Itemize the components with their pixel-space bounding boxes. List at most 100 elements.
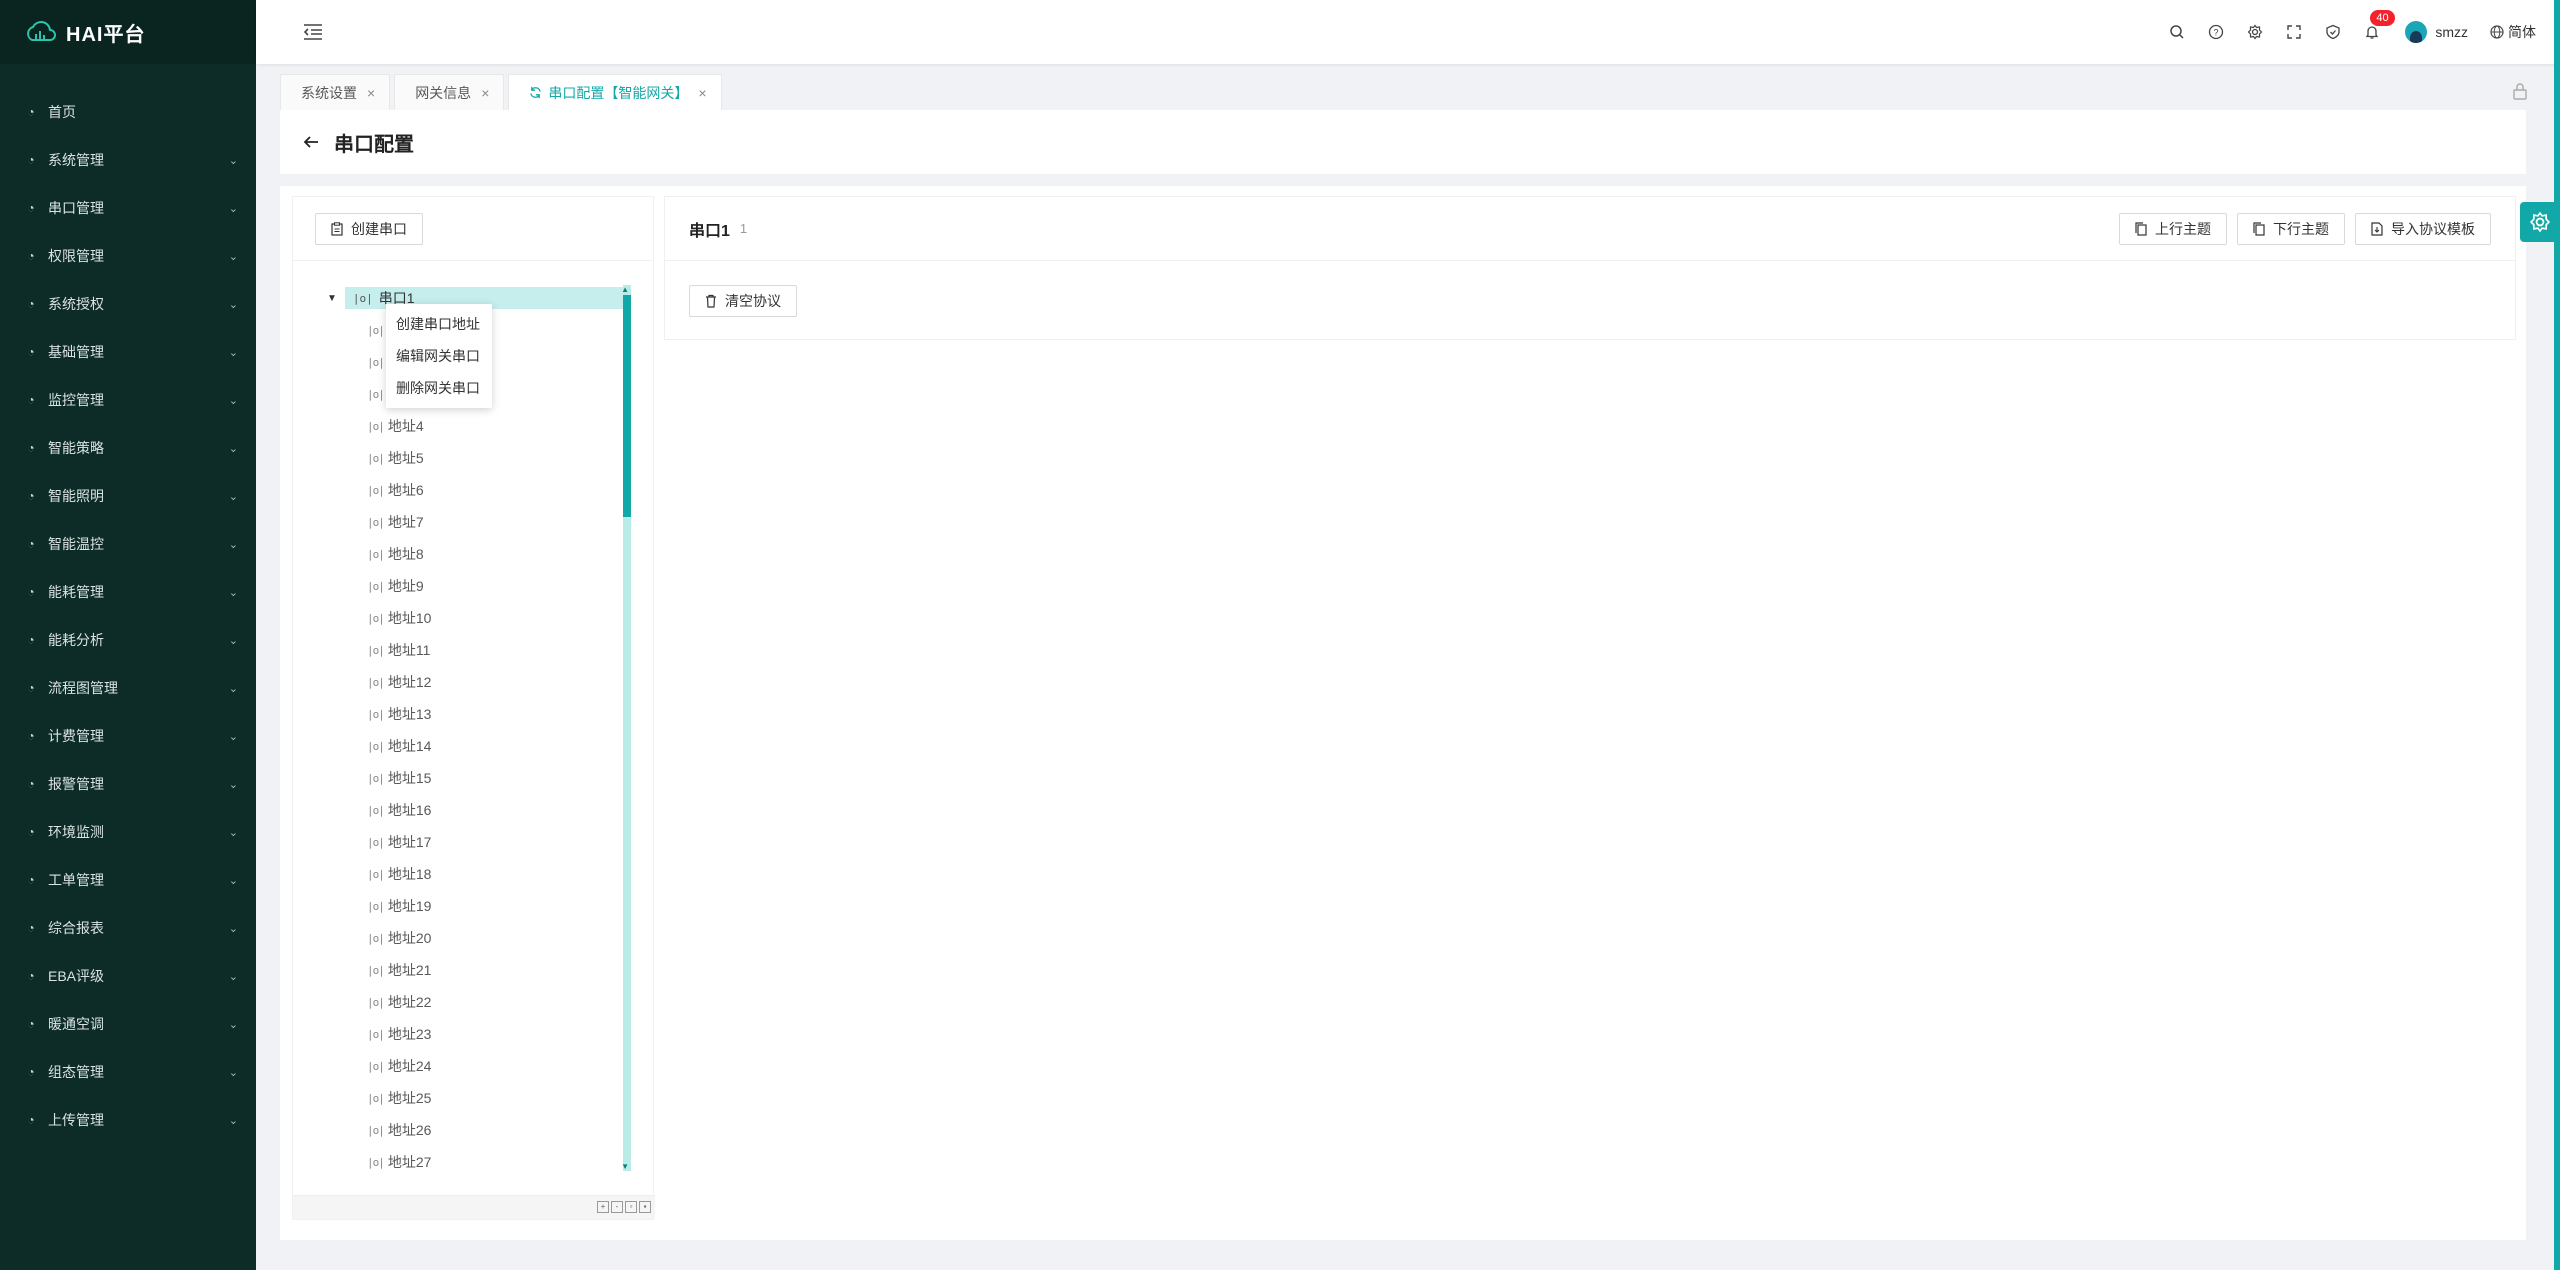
sidebar-item[interactable]: ◔ 智能温控 ⌄: [0, 520, 256, 568]
sidebar-item[interactable]: ◔ 工单管理 ⌄: [0, 856, 256, 904]
tab-gateway-info[interactable]: 网关信息 ×: [394, 74, 505, 110]
sidebar-item[interactable]: ◔ 流程图管理 ⌄: [0, 664, 256, 712]
clear-protocol-button[interactable]: 清空协议: [689, 285, 797, 317]
app-title: HAI平台: [66, 23, 146, 46]
expand-icon[interactable]: +: [597, 1201, 609, 1213]
sidebar-item[interactable]: ◔ 监控管理 ⌄: [0, 376, 256, 424]
close-icon[interactable]: ×: [367, 85, 375, 101]
caret-down-icon[interactable]: ▼: [327, 293, 337, 304]
scroll-down-icon[interactable]: ▼: [621, 1162, 629, 1171]
tree-address-node[interactable]: |o| 地址23: [367, 1023, 431, 1045]
fullscreen-icon[interactable]: [2274, 12, 2313, 52]
tab-serial-config[interactable]: 串口配置【智能网关】 ×: [508, 74, 722, 110]
sidebar-item[interactable]: ◔ 组态管理 ⌄: [0, 1048, 256, 1096]
tree-address-node[interactable]: |o| 地址17: [367, 831, 431, 853]
sidebar-item[interactable]: ◔ 首页: [0, 88, 256, 136]
sidebar-item[interactable]: ◔ 计费管理 ⌄: [0, 712, 256, 760]
downlink-topic-button[interactable]: 下行主题: [2237, 212, 2345, 245]
context-menu-item[interactable]: 编辑网关串口: [386, 340, 492, 372]
tree-address-node[interactable]: |o| 地址9: [367, 575, 424, 597]
scroll-up-icon[interactable]: ▲: [621, 285, 629, 294]
tree-address-node[interactable]: |o| 地址11: [367, 639, 430, 661]
globe-icon: [2490, 25, 2504, 39]
back-arrow-icon[interactable]: [302, 134, 320, 150]
tree-address-node[interactable]: |o| 地址20: [367, 927, 431, 949]
tree-address-node[interactable]: |o| 地址4: [367, 415, 424, 437]
tree-address-node[interactable]: |o| 地址27: [367, 1151, 431, 1171]
file-import-icon: [2371, 221, 2383, 236]
sidebar-item[interactable]: ◔ 权限管理 ⌄: [0, 232, 256, 280]
database-icon: ◔: [27, 345, 35, 359]
sidebar-item[interactable]: ◔ 智能照明 ⌄: [0, 472, 256, 520]
tree-address-node[interactable]: |o| 地址16: [367, 799, 431, 821]
sidebar-item[interactable]: ◔ 系统授权 ⌄: [0, 280, 256, 328]
app-logo[interactable]: HAI平台: [0, 0, 256, 64]
tree-address-node[interactable]: |o| 地址5: [367, 447, 424, 469]
chevron-down-icon: ⌄: [228, 634, 238, 647]
chevron-down-icon: ⌄: [228, 874, 238, 887]
sidebar-item[interactable]: ◔ EBA评级 ⌄: [0, 952, 256, 1000]
collapse-icon[interactable]: -: [611, 1201, 623, 1213]
chevron-down-icon: ⌄: [228, 538, 238, 551]
tree-scrollbar-thumb[interactable]: [623, 295, 631, 517]
language-switcher[interactable]: 简体: [2490, 22, 2536, 42]
settings-icon[interactable]: [2235, 12, 2274, 52]
sidebar-item[interactable]: ◔ 综合报表 ⌄: [0, 904, 256, 952]
sidebar-item[interactable]: ◔ 上传管理 ⌄: [0, 1096, 256, 1144]
tree-address-node[interactable]: |o| 地址14: [367, 735, 431, 757]
tree-node-label: 地址4: [387, 418, 424, 434]
tree-node-label: 地址24: [387, 1058, 432, 1074]
tree-address-node[interactable]: |o| 地址19: [367, 895, 431, 917]
sidebar-item[interactable]: ◔ 报警管理 ⌄: [0, 760, 256, 808]
import-template-button[interactable]: 导入协议模板: [2355, 212, 2491, 245]
tree-node-label: 地址18: [387, 866, 432, 882]
context-menu-item[interactable]: 删除网关串口: [386, 372, 492, 404]
tree-address-node[interactable]: |o| 地址10: [367, 607, 431, 629]
address-icon: |o|: [367, 963, 385, 977]
tree-address-node[interactable]: |o| 地址22: [367, 991, 431, 1013]
context-menu-item[interactable]: 创建串口地址: [386, 308, 492, 340]
shield-check-icon[interactable]: [2313, 12, 2352, 52]
button-label: 导入协议模板: [2391, 220, 2475, 237]
sidebar-item[interactable]: ◔ 串口管理 ⌄: [0, 184, 256, 232]
sidebar-item[interactable]: ◔ 环境监测 ⌄: [0, 808, 256, 856]
menu-collapse-icon[interactable]: [302, 22, 324, 42]
layers-icon: ◔: [27, 873, 35, 887]
sidebar-item[interactable]: ◔ 能耗管理 ⌄: [0, 568, 256, 616]
sidebar-item[interactable]: ◔ 能耗分析 ⌄: [0, 616, 256, 664]
report-icon: ◔: [27, 921, 35, 935]
close-icon[interactable]: ×: [698, 85, 706, 101]
create-serial-button[interactable]: 创建串口: [315, 212, 423, 245]
sidebar-item[interactable]: ◔ 系统管理 ⌄: [0, 136, 256, 184]
address-icon: |o|: [367, 1123, 385, 1137]
tree-address-node[interactable]: |o| 地址6: [367, 479, 424, 501]
tree-address-node[interactable]: |o| 地址26: [367, 1119, 431, 1141]
copy-icon[interactable]: ▫: [625, 1201, 637, 1213]
uplink-topic-button[interactable]: 上行主题: [2119, 212, 2227, 245]
help-icon[interactable]: ?: [2196, 12, 2235, 52]
tree-address-node[interactable]: |o| 地址12: [367, 671, 431, 693]
upload-icon: ◔: [27, 1113, 35, 1127]
tree-address-node[interactable]: |o| 地址15: [367, 767, 431, 789]
lock-icon[interactable]: [2512, 82, 2528, 100]
sidebar-item[interactable]: ◔ 智能策略 ⌄: [0, 424, 256, 472]
user-menu[interactable]: smzz: [2405, 21, 2468, 43]
sidebar-item[interactable]: ◔ 暖通空调 ⌄: [0, 1000, 256, 1048]
tree-address-node[interactable]: |o| 地址18: [367, 863, 431, 885]
search-icon[interactable]: [2157, 12, 2196, 52]
tree-address-node[interactable]: |o| 地址25: [367, 1087, 431, 1109]
tree-address-node[interactable]: |o| 地址8: [367, 543, 424, 565]
close-icon[interactable]: ×: [481, 85, 489, 101]
file-icon[interactable]: ▪: [639, 1201, 651, 1213]
tree-node-label: 地址10: [387, 610, 432, 626]
tree-address-node[interactable]: |o| 地址24: [367, 1055, 431, 1077]
tree-node-label: 地址21: [387, 962, 432, 978]
tree-address-node[interactable]: |o| 地址7: [367, 511, 424, 533]
theme-settings-button[interactable]: [2520, 202, 2560, 242]
tab-system-settings[interactable]: 系统设置 ×: [280, 74, 391, 110]
address-icon: |o|: [367, 579, 385, 593]
tree-address-node[interactable]: |o| 地址13: [367, 703, 431, 725]
bell-icon[interactable]: 40: [2352, 10, 2395, 52]
sidebar-item[interactable]: ◔ 基础管理 ⌄: [0, 328, 256, 376]
tree-address-node[interactable]: |o| 地址21: [367, 959, 431, 981]
